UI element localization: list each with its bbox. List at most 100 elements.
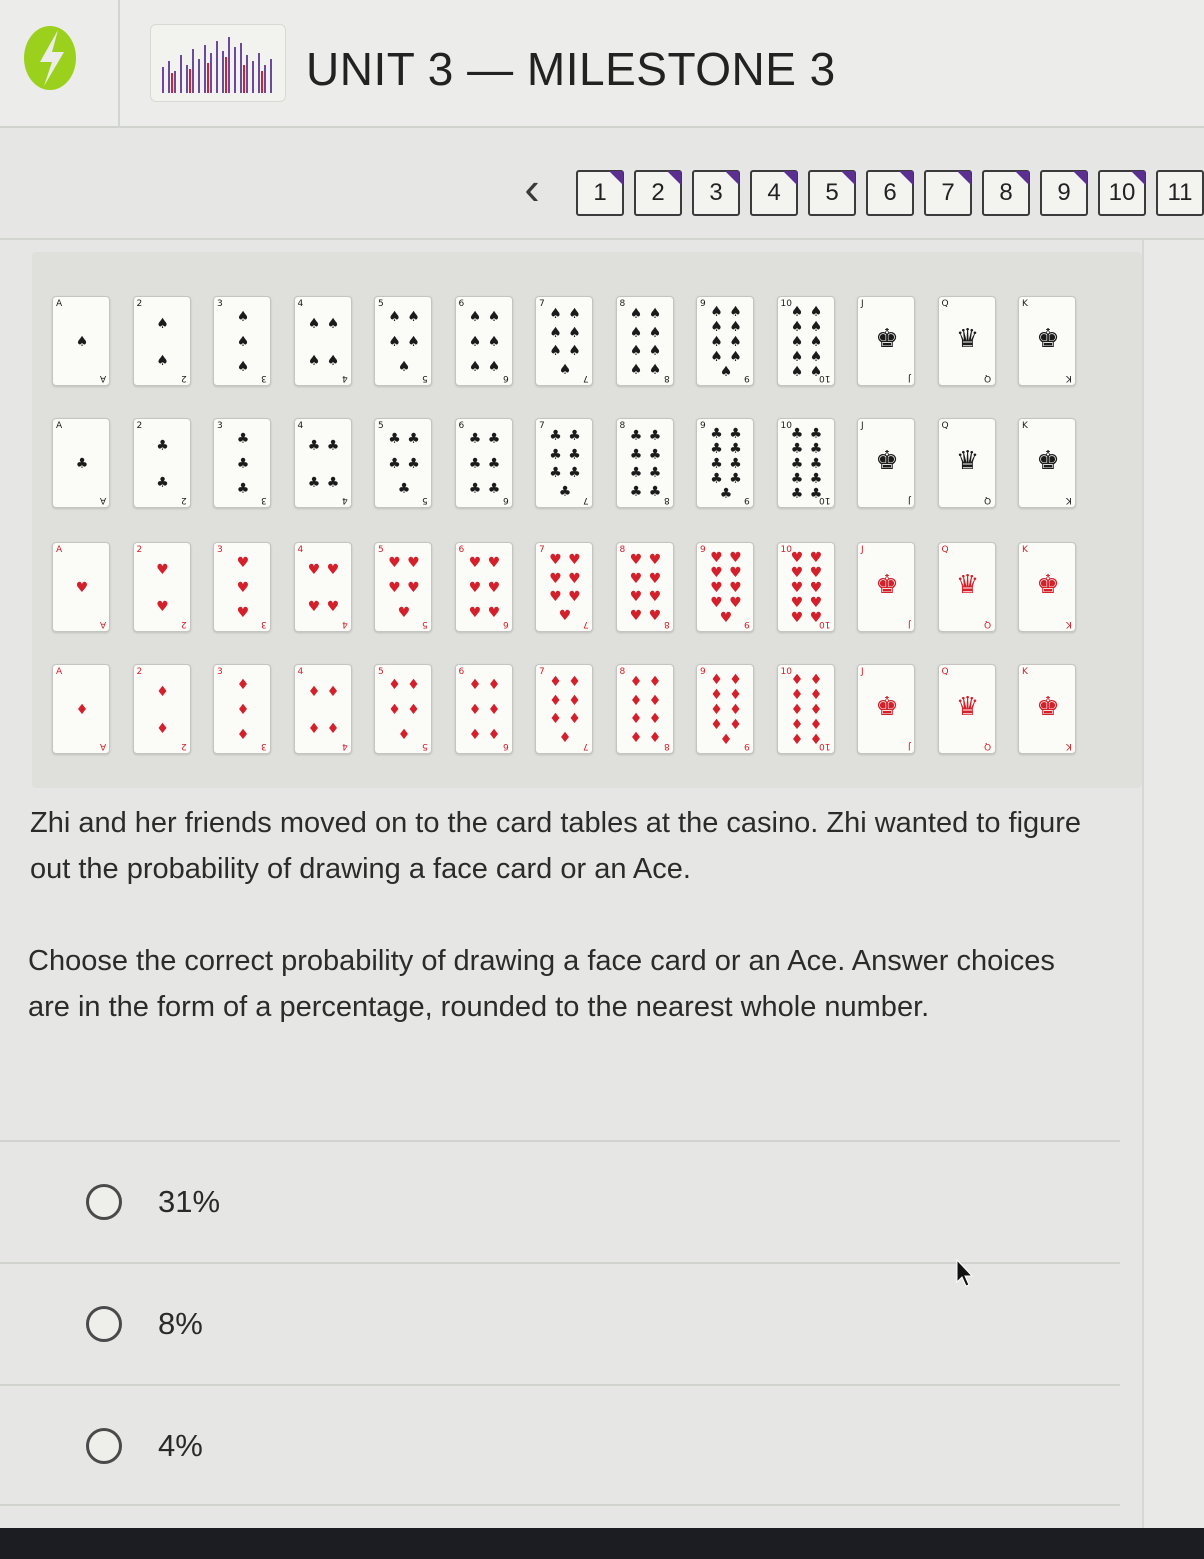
suit-pip: ♦ — [648, 674, 662, 691]
suit-pip: ♥ — [790, 594, 804, 611]
card-rank: J — [908, 495, 911, 505]
playing-card: Q Q ♛ — [937, 418, 996, 508]
suit-pip: ♦ — [549, 674, 562, 691]
card-pips: ♠ ♠ ♠ ♠ ♠ — [385, 305, 423, 379]
suit-pip: ♦ — [487, 726, 501, 743]
face-card-figure-icon: ♚ — [875, 570, 899, 600]
suit-pip: ♥ — [648, 570, 662, 587]
playing-card: 4 4 ♣ ♣ ♣ ♣ — [293, 418, 352, 508]
card-pips: ♠ ♠ ♠ ♠ ♠ ♠ ♠ — [546, 305, 584, 379]
card-rank: 9 — [744, 495, 750, 505]
suit-pip: ♠ — [568, 324, 581, 341]
suit-pip: ♥ — [549, 570, 562, 587]
face-card-figure-icon: ♚ — [875, 324, 899, 354]
card-pips: ♣ ♣ ♣ ♣ ♣ ♣ ♣ — [546, 427, 584, 501]
suit-pip: ♠ — [790, 333, 804, 350]
suit-pip: ♣ — [487, 431, 501, 448]
suit-pip: ♦ — [307, 720, 321, 737]
playing-card: 5 5 ♠ ♠ ♠ ♠ ♠ — [374, 296, 432, 386]
playing-card: 8 8 ♦ ♦ ♦ ♦ ♦ ♦ ♦ ♦ — [615, 664, 674, 754]
card-pips: ♠ ♠ ♠ ♠ ♠ ♠ — [466, 305, 504, 379]
chevron-left-icon[interactable]: ‹ — [512, 165, 552, 211]
playing-card: 9 9 ♦ ♦ ♦ ♦ ♦ ♦ ♦ ♦ ♦ — [696, 664, 754, 754]
suit-pip: ♠ — [790, 348, 804, 365]
suit-pip: ♦ — [468, 677, 482, 694]
question-button-6[interactable]: 6 — [866, 170, 914, 216]
question-button-2[interactable]: 2 — [634, 170, 682, 216]
suit-pip: ♠ — [487, 333, 501, 350]
card-rank: 3 — [261, 741, 267, 751]
radio-button[interactable] — [86, 1184, 122, 1220]
radio-button[interactable] — [86, 1428, 122, 1464]
choice-option-3[interactable]: 4% — [0, 1384, 1120, 1506]
suit-pip: ♥ — [729, 565, 742, 582]
card-rank: Q — [984, 495, 992, 505]
suit-pip: ♣ — [156, 437, 169, 454]
suit-pip: ♠ — [388, 333, 401, 350]
suit-pip: ♠ — [307, 315, 321, 332]
suit-pip: ♦ — [710, 672, 723, 689]
question-button-9[interactable]: 9 — [1040, 170, 1088, 216]
question-button-3[interactable]: 3 — [692, 170, 740, 216]
suit-pip: ♠ — [790, 304, 804, 321]
playing-card: 4 4 ♦ ♦ ♦ ♦ — [293, 664, 352, 754]
card-rank: 5 — [378, 545, 384, 555]
suit-pip: ♣ — [729, 470, 742, 487]
suit-pip: ♠ — [648, 306, 662, 323]
card-rank: 8 — [619, 421, 626, 431]
suit-pip: ♠ — [809, 333, 823, 350]
card-pips: ♠ ♠ ♠ ♠ ♠ ♠ ♠ ♠ ♠ ♠ — [788, 305, 826, 379]
card-pips: ♣ — [63, 427, 101, 501]
question-button-7[interactable]: 7 — [924, 170, 972, 216]
suit-pip: ♣ — [729, 441, 742, 458]
card-rank: J — [861, 299, 864, 309]
card-pips: ♣ ♣ — [144, 427, 182, 501]
suit-pip: ♦ — [629, 729, 643, 746]
question-button-11[interactable]: 11 — [1156, 170, 1204, 216]
card-pips: ♦ ♦ ♦ — [224, 673, 262, 747]
question-button-10[interactable]: 10 — [1098, 170, 1146, 216]
card-rank: Q — [984, 619, 992, 629]
card-pips: ♦ ♦ ♦ ♦ ♦ ♦ ♦ ♦ — [627, 673, 665, 747]
suit-pip: ♦ — [710, 716, 723, 733]
suit-pip: ♠ — [468, 333, 482, 350]
suit-pip: ♦ — [568, 674, 581, 691]
face-card-figure-icon: ♚ — [875, 692, 899, 722]
card-rank: 3 — [261, 373, 267, 383]
suit-pip: ♠ — [236, 358, 250, 375]
face-card-figure-icon: ♛ — [955, 692, 980, 722]
question-button-1[interactable]: 1 — [576, 170, 624, 216]
radio-button[interactable] — [86, 1306, 122, 1342]
question-button-8[interactable]: 8 — [982, 170, 1030, 216]
playing-card: 3 3 ♥ ♥ ♥ — [213, 542, 271, 632]
card-pips: ♥ ♥ ♥ ♥ — [305, 551, 343, 625]
card-rank: 8 — [663, 619, 670, 629]
suit-pip: ♣ — [710, 455, 723, 472]
suit-pip: ♥ — [156, 598, 169, 615]
suit-pip: ♦ — [75, 702, 89, 718]
question-button-4[interactable]: 4 — [750, 170, 798, 216]
playing-card: 3 3 ♣ ♣ ♣ — [213, 418, 271, 508]
suit-pip: ♥ — [307, 598, 321, 615]
suit-pip: ♥ — [568, 552, 581, 569]
playing-card: 5 5 ♣ ♣ ♣ ♣ ♣ — [374, 418, 432, 508]
suit-pip: ♥ — [648, 552, 662, 569]
card-pips: ♦ ♦ ♦ ♦ ♦ ♦ ♦ — [546, 673, 584, 747]
suit-pip: ♥ — [397, 604, 411, 621]
suit-pip: ♦ — [487, 677, 501, 694]
card-rank: 7 — [583, 373, 589, 383]
choice-label: 31% — [158, 1184, 221, 1219]
sophia-logo-icon[interactable] — [18, 22, 82, 94]
card-rank: 3 — [217, 299, 223, 309]
question-button-5[interactable]: 5 — [808, 170, 856, 216]
page-title: UNIT 3 — MILESTONE 3 — [306, 43, 836, 95]
choice-option-2[interactable]: 8% — [0, 1262, 1120, 1384]
suit-pip: ♠ — [407, 333, 420, 350]
suit-pip: ♥ — [710, 579, 723, 596]
card-rank: 7 — [539, 421, 545, 431]
card-pips: ♥ ♥ ♥ — [224, 551, 262, 625]
choice-option-1[interactable]: 31% — [0, 1140, 1120, 1262]
suit-pip: ♥ — [790, 565, 804, 582]
suit-pip: ♠ — [710, 348, 723, 365]
suit-pip: ♥ — [468, 555, 482, 572]
